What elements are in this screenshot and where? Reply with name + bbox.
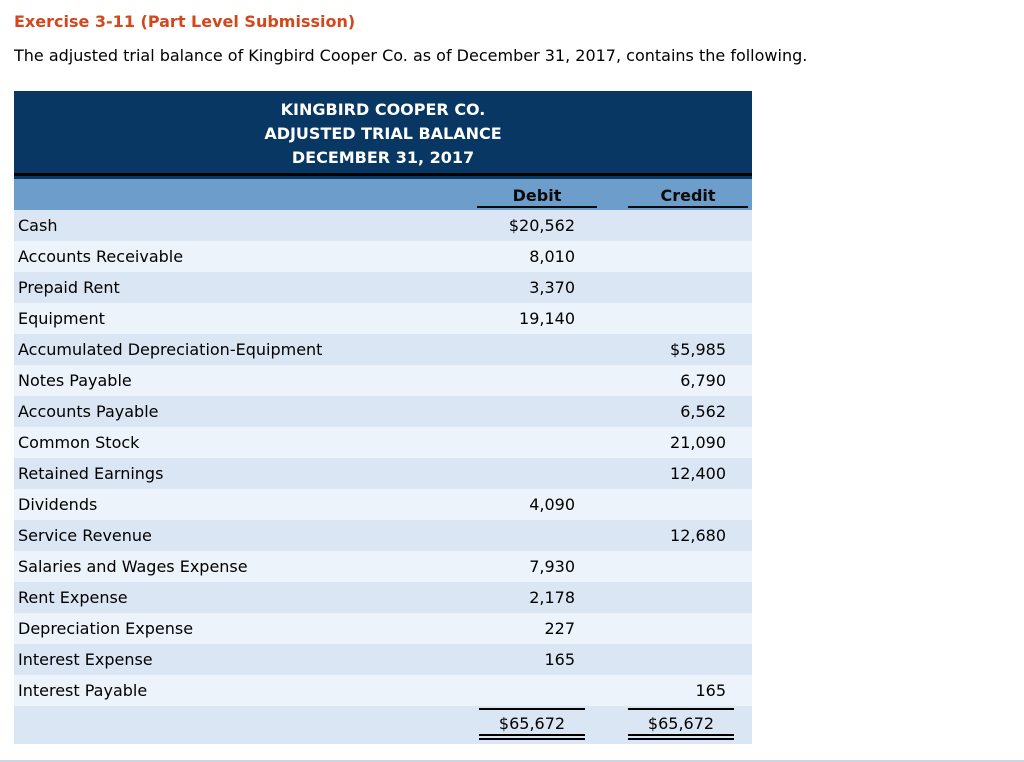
table-row: Interest Payable 165 bbox=[14, 675, 753, 706]
account-name-cell: Cash bbox=[18, 216, 58, 235]
header-divider-rule bbox=[14, 173, 753, 176]
debit-amount-cell: 227 bbox=[544, 619, 575, 638]
credit-amount-cell bbox=[599, 582, 752, 613]
debit-amount-cell: 2,178 bbox=[529, 588, 575, 607]
debit-amount-cell bbox=[464, 365, 599, 396]
debit-amount-cell bbox=[464, 334, 599, 365]
debit-amount-cell: 165 bbox=[544, 650, 575, 669]
table-row: Depreciation Expense 227 bbox=[14, 613, 753, 644]
account-name-cell: Accumulated Depreciation-Equipment bbox=[18, 340, 323, 359]
credit-amount-cell: 6,790 bbox=[680, 371, 727, 390]
credit-amount-cell bbox=[599, 489, 752, 520]
debit-amount-cell bbox=[464, 396, 599, 427]
account-name-cell: Accounts Receivable bbox=[18, 247, 184, 266]
table-row: Accounts Payable 6,562 bbox=[14, 396, 753, 427]
statement-header-row: KINGBIRD COOPER CO. ADJUSTED TRIAL BALAN… bbox=[14, 91, 753, 179]
table-row: Equipment 19,140 bbox=[14, 303, 753, 334]
table-row: Dividends 4,090 bbox=[14, 489, 753, 520]
debit-amount-cell bbox=[464, 458, 599, 489]
debit-amount-cell: 3,370 bbox=[529, 278, 575, 297]
trial-balance-table: KINGBIRD COOPER CO. ADJUSTED TRIAL BALAN… bbox=[14, 91, 753, 744]
table-row: Retained Earnings 12,400 bbox=[14, 458, 753, 489]
account-name-cell: Interest Expense bbox=[18, 650, 153, 669]
debit-amount-cell: $20,562 bbox=[508, 216, 575, 235]
statement-title: ADJUSTED TRIAL BALANCE bbox=[264, 124, 502, 143]
credit-amount-cell bbox=[599, 272, 752, 303]
table-row: Service Revenue 12,680 bbox=[14, 520, 753, 551]
debit-amount-cell: 8,010 bbox=[529, 247, 575, 266]
debit-amount-cell bbox=[464, 427, 599, 458]
account-name-cell: Prepaid Rent bbox=[18, 278, 120, 297]
debit-column-header: Debit bbox=[464, 179, 599, 210]
table-row: Salaries and Wages Expense 7,930 bbox=[14, 551, 753, 582]
account-name-cell: Accounts Payable bbox=[18, 402, 159, 421]
table-row: Rent Expense 2,178 bbox=[14, 582, 753, 613]
debit-amount-cell: 7,930 bbox=[529, 557, 575, 576]
credit-amount-cell bbox=[599, 551, 752, 582]
statement-header: KINGBIRD COOPER CO. ADJUSTED TRIAL BALAN… bbox=[14, 91, 753, 179]
credit-amount-cell: 6,562 bbox=[680, 402, 727, 421]
credit-total-cell: $65,672 bbox=[599, 706, 752, 744]
credit-total: $65,672 bbox=[628, 707, 735, 740]
credit-amount-cell bbox=[599, 210, 752, 241]
table-row: Accumulated Depreciation-Equipment $5,98… bbox=[14, 334, 753, 365]
debit-total-cell: $65,672 bbox=[464, 706, 599, 744]
table-row: Common Stock 21,090 bbox=[14, 427, 753, 458]
intro-text: The adjusted trial balance of Kingbird C… bbox=[14, 46, 808, 65]
account-column-header bbox=[14, 179, 464, 210]
credit-amount-cell bbox=[599, 644, 752, 675]
account-name-cell: Rent Expense bbox=[18, 588, 128, 607]
totals-spacer-cell bbox=[14, 706, 464, 744]
account-name-cell: Salaries and Wages Expense bbox=[18, 557, 248, 576]
credit-amount-cell bbox=[599, 303, 752, 334]
table-row: Prepaid Rent 3,370 bbox=[14, 272, 753, 303]
exercise-page: Exercise 3-11 (Part Level Submission) Th… bbox=[0, 12, 1024, 744]
table-row: Cash $20,562 bbox=[14, 210, 753, 241]
debit-total: $65,672 bbox=[479, 707, 585, 740]
credit-amount-cell: $5,985 bbox=[670, 340, 727, 359]
account-name-cell: Common Stock bbox=[18, 433, 140, 452]
credit-amount-cell: 21,090 bbox=[670, 433, 727, 452]
credit-amount-cell bbox=[599, 613, 752, 644]
statement-date: DECEMBER 31, 2017 bbox=[291, 148, 475, 167]
debit-amount-cell bbox=[464, 520, 599, 551]
debit-amount-cell: 4,090 bbox=[529, 495, 575, 514]
table-row: Notes Payable 6,790 bbox=[14, 365, 753, 396]
credit-amount-cell: 165 bbox=[695, 681, 727, 700]
debit-amount-cell: 19,140 bbox=[519, 309, 575, 328]
totals-row: $65,672 $65,672 bbox=[14, 706, 753, 744]
column-header-row: Debit Credit bbox=[14, 179, 753, 210]
credit-amount-cell bbox=[599, 241, 752, 272]
debit-amount-cell bbox=[464, 675, 599, 706]
account-name-cell: Service Revenue bbox=[18, 526, 152, 545]
credit-amount-cell: 12,680 bbox=[670, 526, 727, 545]
company-name: KINGBIRD COOPER CO. bbox=[280, 100, 486, 119]
account-name-cell: Notes Payable bbox=[18, 371, 132, 390]
credit-amount-cell: 12,400 bbox=[670, 464, 727, 483]
account-name-cell: Equipment bbox=[18, 309, 105, 328]
credit-column-header: Credit bbox=[599, 179, 752, 210]
account-name-cell: Dividends bbox=[18, 495, 98, 514]
account-name-cell: Retained Earnings bbox=[18, 464, 164, 483]
account-name-cell: Depreciation Expense bbox=[18, 619, 194, 638]
account-name-cell: Interest Payable bbox=[18, 681, 148, 700]
page-title: Exercise 3-11 (Part Level Submission) bbox=[14, 12, 356, 31]
table-row: Accounts Receivable 8,010 bbox=[14, 241, 753, 272]
table-row: Interest Expense 165 bbox=[14, 644, 753, 675]
